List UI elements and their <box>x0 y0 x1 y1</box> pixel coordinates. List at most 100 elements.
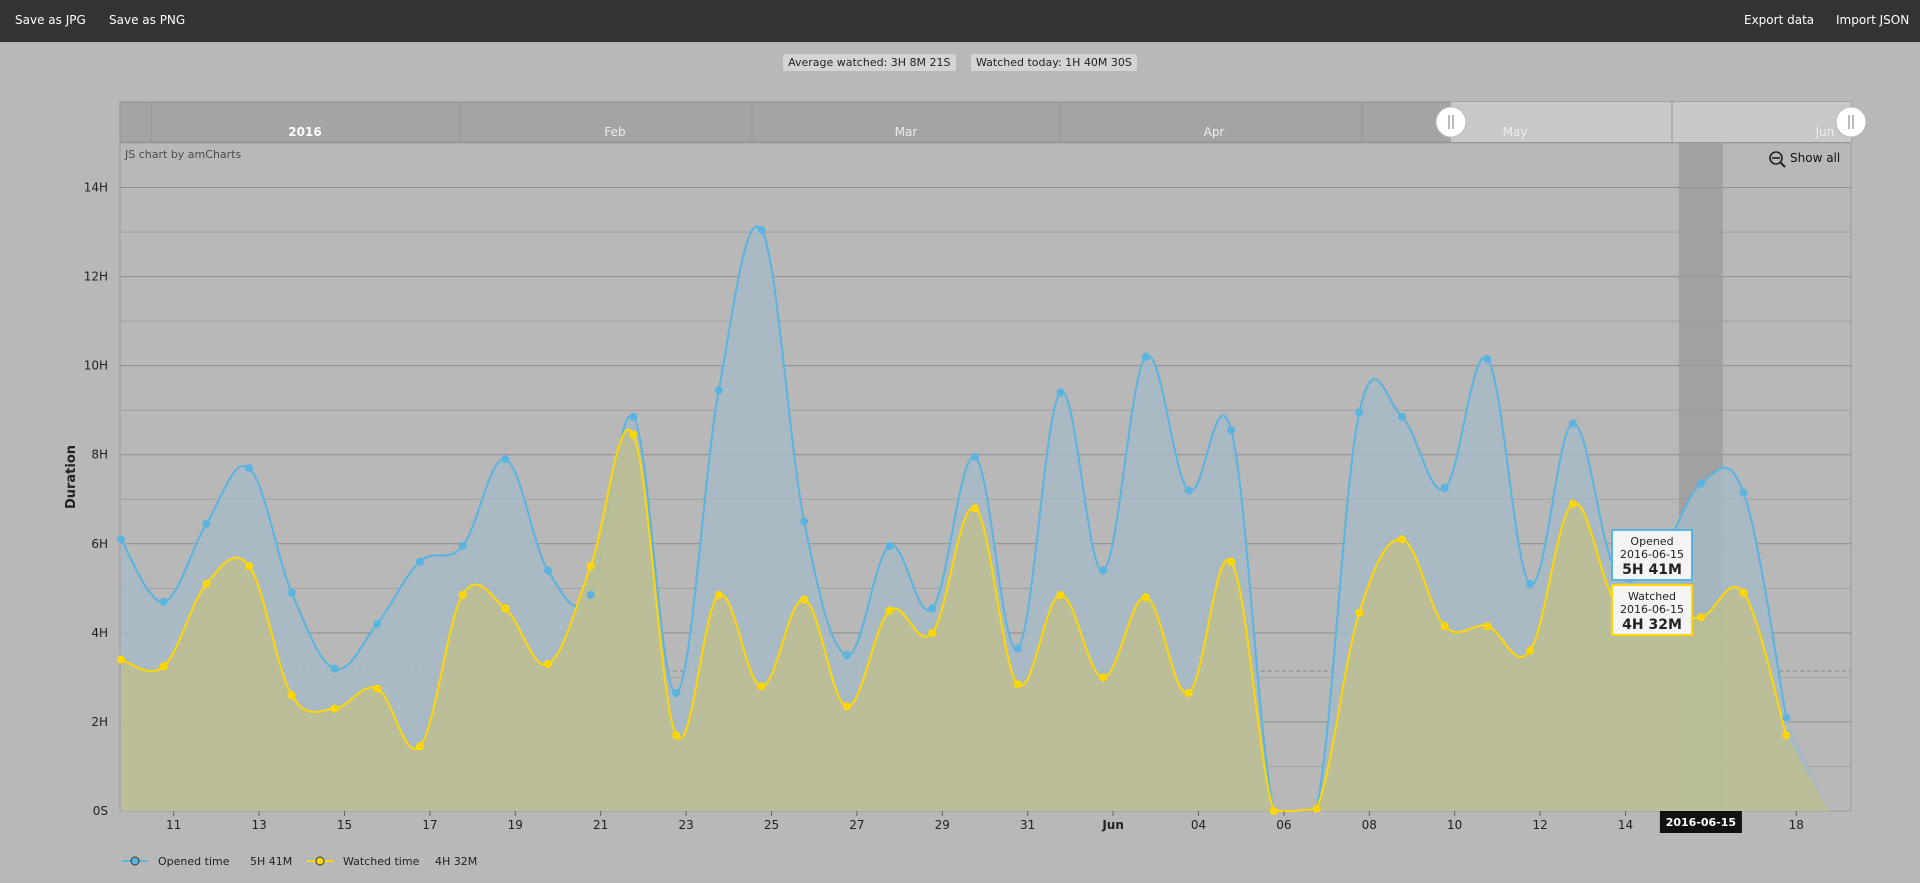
opened-point[interactable] <box>1099 566 1108 575</box>
opened-point[interactable] <box>1568 419 1577 428</box>
watched-point[interactable] <box>885 606 894 615</box>
x-tick-label: 06 <box>1276 818 1291 832</box>
opened-point[interactable] <box>544 566 552 575</box>
opened-point[interactable] <box>586 591 595 600</box>
opened-point[interactable] <box>629 412 638 421</box>
watched-point[interactable] <box>842 702 851 711</box>
watched-point[interactable] <box>1056 591 1065 600</box>
scrollbar-drag-handle[interactable] <box>1435 106 1467 138</box>
opened-point[interactable] <box>885 542 894 551</box>
x-tick-label: 08 <box>1362 818 1377 832</box>
x-tick-label: 29 <box>935 818 950 832</box>
amcharts-credit: JS chart by amCharts <box>124 148 241 161</box>
watched-point[interactable] <box>1440 622 1449 631</box>
x-tick-label: 11 <box>166 818 181 832</box>
watched-balloon-title: Watched <box>1628 590 1676 603</box>
opened-point[interactable] <box>1526 579 1535 588</box>
opened-point[interactable] <box>800 517 809 526</box>
x-tick-label: 14 <box>1618 818 1633 832</box>
watched-legend-marker[interactable] <box>315 856 325 866</box>
y-tick-label: 6H <box>91 537 108 551</box>
opened-point[interactable] <box>757 225 766 234</box>
watched-point[interactable] <box>1184 688 1193 697</box>
opened-point[interactable] <box>415 557 424 566</box>
opened-point[interactable] <box>1782 713 1791 722</box>
x-tick-label: 13 <box>251 818 266 832</box>
opened-point[interactable] <box>1141 352 1150 361</box>
watched-point[interactable] <box>1269 807 1278 815</box>
opened-balloon-title: Opened <box>1630 535 1673 548</box>
opened-point[interactable] <box>458 542 467 551</box>
scrollbar-label: May <box>1503 125 1528 139</box>
x-tick-label: 25 <box>764 818 779 832</box>
x-tick-label: 31 <box>1020 818 1035 832</box>
x-tick-label: 17 <box>422 818 437 832</box>
watched-point[interactable] <box>458 591 467 600</box>
watched-point[interactable] <box>117 655 125 664</box>
watched-point[interactable] <box>714 591 723 600</box>
watched-point[interactable] <box>586 562 595 571</box>
watched-point[interactable] <box>757 682 766 691</box>
opened-point[interactable] <box>928 604 937 613</box>
watched-point[interactable] <box>928 628 937 637</box>
watched-point[interactable] <box>1739 588 1748 597</box>
watched-point[interactable] <box>415 742 424 751</box>
opened-point[interactable] <box>714 386 723 395</box>
opened-point[interactable] <box>971 452 979 461</box>
watched-point[interactable] <box>672 731 681 740</box>
watched-point[interactable] <box>1227 557 1236 566</box>
watched-point[interactable] <box>1013 680 1022 689</box>
watched-point[interactable] <box>287 691 296 700</box>
opened-point[interactable] <box>117 535 125 544</box>
watched-point[interactable] <box>971 504 979 513</box>
watched-point[interactable] <box>330 704 339 713</box>
x-tick-label: 19 <box>508 818 523 832</box>
watched-point[interactable] <box>245 562 254 571</box>
y-tick-label: 2H <box>91 715 108 729</box>
x-tick-label: 27 <box>849 818 864 832</box>
opened-point[interactable] <box>1483 354 1492 363</box>
watched-point[interactable] <box>800 595 809 604</box>
watched-point[interactable] <box>501 604 510 613</box>
y-tick-label: 12H <box>84 270 108 284</box>
watched-balloon-value: 4H 32M <box>1622 617 1682 633</box>
watched-point[interactable] <box>1526 646 1535 655</box>
opened-point[interactable] <box>1696 479 1705 488</box>
watched-point[interactable] <box>1141 593 1150 602</box>
opened-point[interactable] <box>1013 644 1022 653</box>
opened-point[interactable] <box>1398 412 1406 421</box>
watched-point[interactable] <box>1568 499 1577 508</box>
watched-point[interactable] <box>1355 608 1364 617</box>
opened-point[interactable] <box>1440 484 1449 493</box>
watched-point[interactable] <box>1312 804 1321 813</box>
opened-point[interactable] <box>202 519 211 528</box>
watched-point[interactable] <box>373 684 382 693</box>
opened-point[interactable] <box>672 688 681 697</box>
opened-legend-value: 5H 41M <box>250 855 292 868</box>
opened-point[interactable] <box>1227 426 1236 435</box>
opened-legend-marker[interactable] <box>130 856 140 866</box>
opened-point[interactable] <box>842 651 851 660</box>
opened-point[interactable] <box>1184 486 1193 495</box>
opened-point[interactable] <box>1355 408 1364 417</box>
watched-point[interactable] <box>202 579 211 588</box>
opened-point[interactable] <box>287 588 296 597</box>
watched-point[interactable] <box>1483 622 1492 631</box>
watched-point[interactable] <box>1398 535 1406 544</box>
y-tick-label: 8H <box>91 448 108 462</box>
opened-point[interactable] <box>330 664 339 673</box>
opened-point[interactable] <box>373 619 382 628</box>
opened-point[interactable] <box>245 464 254 473</box>
scrollbar-drag-handle[interactable] <box>1835 106 1867 138</box>
watched-point[interactable] <box>629 430 638 439</box>
opened-point[interactable] <box>501 455 510 464</box>
opened-point[interactable] <box>1056 388 1065 397</box>
watched-point[interactable] <box>159 662 168 671</box>
watched-point[interactable] <box>1099 673 1108 682</box>
watched-point[interactable] <box>1696 613 1705 622</box>
watched-point[interactable] <box>544 660 552 669</box>
opened-legend-label: Opened time <box>158 855 230 868</box>
opened-point[interactable] <box>1739 488 1748 497</box>
opened-point[interactable] <box>159 597 168 606</box>
watched-point[interactable] <box>1782 731 1791 740</box>
